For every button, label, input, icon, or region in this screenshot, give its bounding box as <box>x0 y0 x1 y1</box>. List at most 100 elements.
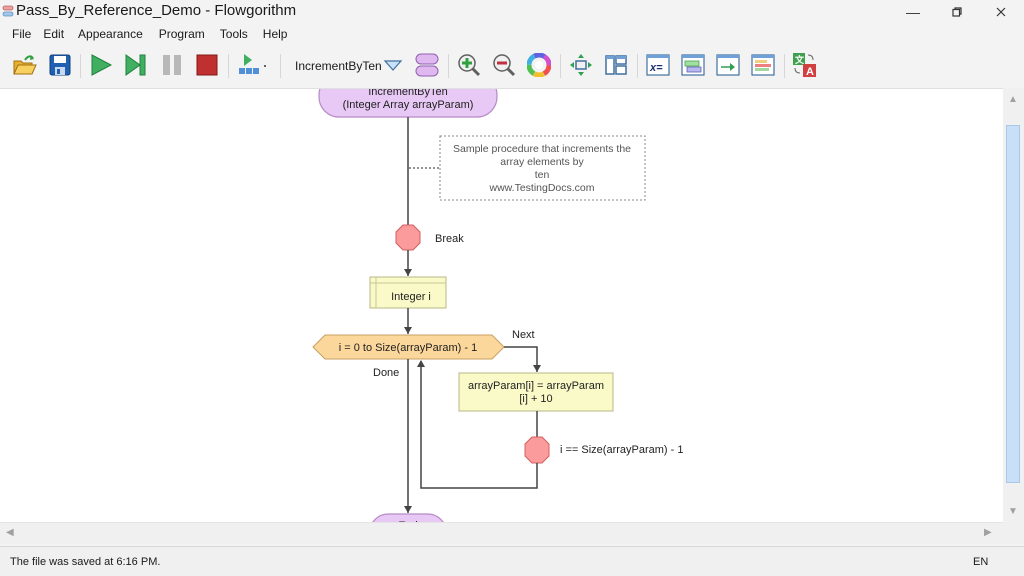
assignment-line: [i] + 10 <box>519 393 552 405</box>
manage-functions-button[interactable] <box>414 52 440 78</box>
menu-bar: File Edit Appearance Program Tools Help <box>0 24 1024 44</box>
done-label: Done <box>373 367 399 379</box>
procedure-dropdown[interactable] <box>380 52 406 78</box>
for-loop[interactable]: i = 0 to Size(arrayParam) - 1 <box>312 334 505 360</box>
comment-box[interactable]: Sample procedure that increments the arr… <box>439 135 646 201</box>
svg-text:A: A <box>806 66 814 78</box>
chart-window-icon <box>751 54 775 76</box>
layout-arrows-icon <box>570 54 592 76</box>
flowgorithm-app-icon <box>2 5 14 17</box>
arrow-head <box>404 269 412 276</box>
breakpoint-2[interactable]: i == Size(arrayParam) - 1 <box>524 436 683 464</box>
assignment-line: arrayParam[i] = arrayParam <box>468 380 604 392</box>
step-button[interactable] <box>123 52 149 78</box>
scroll-right-arrow-icon[interactable]: ▶ <box>984 527 992 538</box>
zoom-out-icon <box>493 54 516 77</box>
menu-tools[interactable]: Tools <box>220 24 248 44</box>
windows-layout-button[interactable] <box>603 52 629 78</box>
run-button[interactable] <box>88 52 114 78</box>
open-folder-icon <box>13 55 37 75</box>
dropdown-triangle-icon <box>383 60 403 71</box>
next-label: Next <box>512 329 535 341</box>
minimize-button[interactable]: — <box>890 0 936 24</box>
toolbar-separator <box>228 54 229 78</box>
color-theme-button[interactable] <box>526 52 552 78</box>
comment-line: www.TestingDocs.com <box>488 182 594 194</box>
color-wheel-icon <box>527 53 551 77</box>
arrow-head <box>417 360 425 367</box>
toolbar-separator <box>80 54 81 78</box>
open-button[interactable] <box>12 52 38 78</box>
declare-box[interactable]: Integer i <box>369 276 447 309</box>
zoom-in-button[interactable] <box>456 52 482 78</box>
zoom-in-icon <box>458 54 481 77</box>
pause-button[interactable] <box>159 52 185 78</box>
end-terminal[interactable]: End <box>370 513 446 522</box>
start-params: (Integer Array arrayParam) <box>343 99 474 111</box>
toolbar-separator <box>784 54 785 78</box>
pause-icon <box>163 55 181 75</box>
source-code-button[interactable] <box>680 52 706 78</box>
assignment-box[interactable]: arrayParam[i] = arrayParam [i] + 10 <box>458 372 614 412</box>
restore-button[interactable] <box>934 0 980 24</box>
comment-line: ten <box>535 169 550 181</box>
start-terminal[interactable]: IncrementByTen (Integer Array arrayParam… <box>318 89 498 118</box>
title-bar: Pass_By_Reference_Demo - Flowgorithm — <box>0 0 1024 24</box>
arrow-head <box>404 327 412 334</box>
arrow-head <box>533 365 541 372</box>
run-speed-button[interactable] <box>236 52 268 78</box>
variable-watch-icon: x= <box>646 54 670 76</box>
save-disk-icon <box>49 54 71 76</box>
arrow-head <box>404 506 412 513</box>
window-title: Pass_By_Reference_Demo - Flowgorithm <box>16 2 297 19</box>
breakpoint-1[interactable]: Break <box>395 224 464 251</box>
close-button[interactable] <box>978 0 1024 24</box>
horizontal-scrollbar[interactable]: ◀ ▶ <box>0 522 1003 544</box>
stop-button[interactable] <box>194 52 220 78</box>
toolbar: IncrementByTen x= 文 A <box>0 44 1024 86</box>
run-speed-icon <box>239 54 266 74</box>
toolbar-separator <box>637 54 638 78</box>
for-loop-label: i = 0 to Size(arrayParam) - 1 <box>339 342 477 354</box>
toolbar-separator <box>560 54 561 78</box>
chart-button[interactable] <box>750 52 776 78</box>
console-button[interactable] <box>715 52 741 78</box>
source-code-icon <box>681 54 705 76</box>
breakpoint-condition: i == Size(arrayParam) - 1 <box>560 444 683 456</box>
play-icon <box>91 54 113 76</box>
next-connector <box>504 346 538 372</box>
toolbar-separator <box>280 54 281 78</box>
stop-icon <box>196 54 218 76</box>
comment-line: Sample procedure that increments the <box>453 143 631 155</box>
vertical-scrollbar[interactable]: ▲ ▼ <box>1003 88 1024 522</box>
functions-icon <box>415 53 439 77</box>
procedure-selector-label[interactable]: IncrementByTen <box>295 59 382 73</box>
scrollbar-corner <box>1003 522 1024 544</box>
toolbar-separator <box>448 54 449 78</box>
vertical-scroll-thumb[interactable] <box>1006 125 1020 483</box>
breakpoint-label: Break <box>435 233 464 245</box>
svg-text:x=: x= <box>649 62 663 74</box>
menu-program[interactable]: Program <box>159 24 205 44</box>
scroll-up-arrow-icon[interactable]: ▲ <box>1008 94 1018 105</box>
scroll-left-arrow-icon[interactable]: ◀ <box>6 527 14 538</box>
flowchart-diagram: IncrementByTen (Integer Array arrayParam… <box>312 89 683 522</box>
flowchart-canvas[interactable]: IncrementByTen (Integer Array arrayParam… <box>0 88 1003 522</box>
variable-watch-button[interactable]: x= <box>645 52 671 78</box>
comment-line: array elements by <box>500 156 584 168</box>
status-message: The file was saved at 6:16 PM. <box>10 556 161 568</box>
declare-label: Integer i <box>391 291 431 303</box>
menu-edit[interactable]: Edit <box>43 24 64 44</box>
scroll-down-arrow-icon[interactable]: ▼ <box>1008 506 1018 517</box>
menu-appearance[interactable]: Appearance <box>78 24 143 44</box>
menu-help[interactable]: Help <box>263 24 288 44</box>
zoom-out-button[interactable] <box>491 52 517 78</box>
translate-button[interactable]: 文A <box>792 52 818 78</box>
translate-icon: 文A <box>793 53 816 78</box>
step-icon <box>125 54 146 76</box>
layout-button[interactable] <box>568 52 594 78</box>
menu-file[interactable]: File <box>12 24 31 44</box>
save-button[interactable] <box>47 52 73 78</box>
status-bar: The file was saved at 6:16 PM. EN <box>0 546 1024 576</box>
start-name: IncrementByTen <box>368 89 447 98</box>
